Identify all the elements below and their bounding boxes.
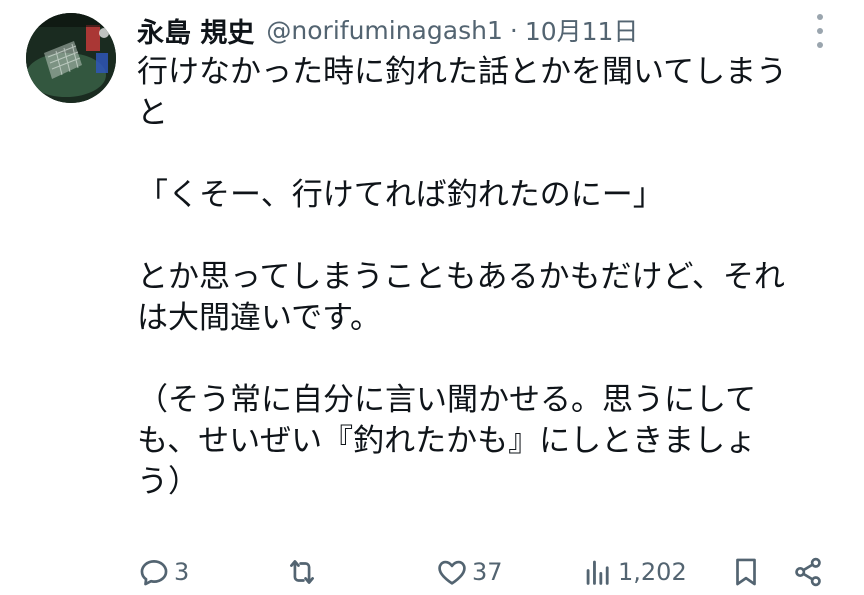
user-handle[interactable]: @norifuminagash1 (266, 16, 502, 45)
share-button[interactable] (791, 552, 825, 592)
avatar[interactable] (26, 13, 116, 103)
views-icon (586, 560, 609, 585)
bookmark-button[interactable] (729, 552, 763, 592)
tweet: 永島 規史 @norifuminagash1 · 10月11日 行けなかった時に… (0, 0, 864, 595)
separator-dot: · (509, 15, 518, 45)
heart-icon (438, 560, 466, 585)
tweet-text-line: とか思ってしまうこともあるかもだけど、それ (137, 259, 785, 295)
tweet-text-line: 行けなかった時に釣れた話とかを聞いてしまう (137, 54, 788, 90)
tweet-text-line (137, 216, 837, 257)
tweet-text-line: も、せいぜい『釣れたかも』にしときましょ (137, 423, 757, 459)
retweet-button[interactable] (285, 552, 322, 592)
like-button[interactable]: 37 (435, 552, 503, 592)
tweet-date[interactable]: 10月11日 (525, 12, 639, 48)
tweet-text-line: （そう常に自分に言い聞かせる。思うにして (137, 382, 757, 418)
reply-button[interactable]: 3 (137, 552, 189, 592)
retweet-icon (290, 560, 314, 584)
more-dot (817, 14, 823, 20)
more-dot (817, 42, 823, 48)
tweet-text-line (137, 134, 837, 175)
reply-count: 3 (174, 558, 190, 586)
tweet-text: 行けなかった時に釣れた話とかを聞いてしまう と 「くそー、行けてれば釣れたのにー… (137, 52, 837, 503)
more-options-icon[interactable] (808, 14, 832, 48)
tweet-text-line: う） (137, 464, 199, 500)
more-dot (817, 28, 823, 34)
tweet-text-line: 「くそー、行けてれば釣れたのにー」 (137, 177, 664, 213)
bookmark-icon (736, 558, 756, 586)
tweet-text-line (137, 339, 837, 380)
views-count: 1,202 (618, 558, 687, 586)
avatar-image (26, 13, 116, 103)
like-count: 37 (472, 558, 503, 586)
share-icon (795, 557, 821, 587)
reply-icon (140, 560, 168, 586)
tweet-text-line: と (137, 95, 168, 131)
display-name[interactable]: 永島 規史 (137, 11, 254, 50)
action-bar: 3 37 1,202 (137, 552, 837, 592)
tweet-header: 永島 規史 @norifuminagash1 · 10月11日 (137, 10, 638, 50)
views-button[interactable]: 1,202 (581, 552, 687, 592)
tweet-text-line: は大間違いです。 (137, 300, 381, 336)
